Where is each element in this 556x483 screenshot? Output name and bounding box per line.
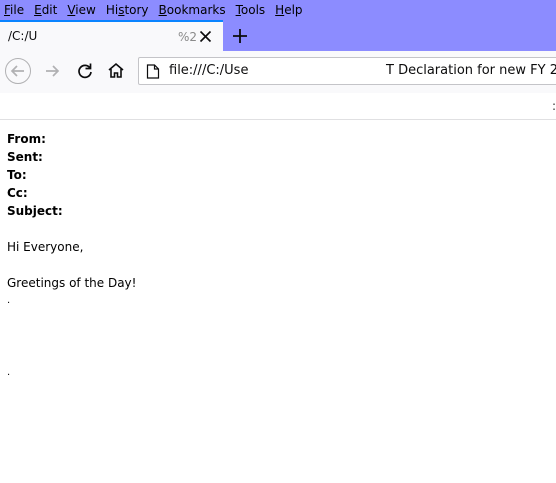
from-label: From:	[7, 132, 46, 146]
bookmarks-strip: :	[0, 93, 556, 120]
menu-history[interactable]: History	[101, 0, 154, 20]
dot-line: .	[7, 295, 11, 306]
arrow-right-icon	[46, 65, 60, 77]
reload-button[interactable]	[73, 59, 99, 85]
home-icon	[108, 62, 124, 78]
home-button[interactable]	[104, 59, 130, 85]
menu-bookmarks[interactable]: Bookmarks	[154, 0, 231, 20]
dot-line: .	[7, 367, 11, 378]
cc-label: Cc:	[7, 186, 28, 200]
tab-title: /C:/U	[8, 29, 38, 43]
reload-icon	[78, 63, 92, 79]
back-button[interactable]	[5, 58, 31, 84]
greetings-line: Greetings of the Day!	[7, 276, 137, 290]
navigation-bar: file:///C:/Use T Declaration for new FY …	[0, 51, 556, 93]
greeting: Hi Everyone,	[7, 240, 84, 254]
tab-strip: /C:/U %2	[0, 20, 556, 51]
sent-label: Sent:	[7, 150, 43, 164]
tab-active[interactable]: /C:/U %2	[0, 20, 223, 51]
forward-button[interactable]	[40, 59, 66, 85]
tab-title-suffix: %2	[178, 30, 198, 44]
menu-file[interactable]: File	[0, 0, 29, 20]
close-icon[interactable]	[199, 30, 212, 43]
menu-view[interactable]: View	[62, 0, 100, 20]
url-bar[interactable]: file:///C:/Use T Declaration for new FY …	[138, 57, 556, 85]
subject-label: Subject:	[7, 204, 63, 218]
menu-edit[interactable]: Edit	[29, 0, 62, 20]
menu-tools[interactable]: Tools	[231, 0, 271, 20]
arrow-left-icon	[10, 65, 24, 77]
plus-icon[interactable]	[230, 26, 250, 46]
overflow-mark[interactable]: :	[552, 99, 556, 113]
url-text-start: file:///C:/Use	[169, 63, 249, 78]
to-label: To:	[7, 168, 27, 182]
menu-help[interactable]: Help	[270, 0, 307, 20]
url-text-end: T Declaration for new FY 20	[386, 63, 556, 78]
email-content: From: Sent: To: Cc: Subject: Hi Everyone…	[7, 130, 547, 382]
page-icon	[146, 64, 160, 79]
menu-bar: File Edit View History Bookmarks Tools H…	[0, 0, 556, 20]
